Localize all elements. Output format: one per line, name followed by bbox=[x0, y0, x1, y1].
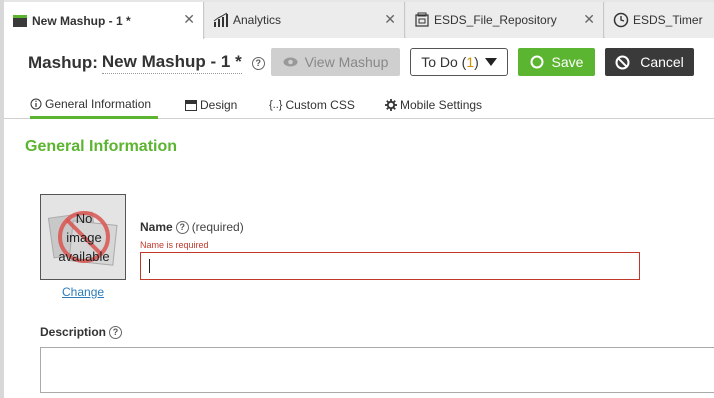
tab-label: General Information bbox=[45, 97, 152, 111]
cancel-label: Cancel bbox=[640, 54, 684, 70]
save-label: Save bbox=[551, 54, 584, 70]
cancel-button[interactable]: Cancel bbox=[605, 48, 694, 76]
mashup-name[interactable]: New Mashup - 1 * bbox=[101, 52, 242, 74]
no-image-placeholder-icon: No image available bbox=[41, 195, 125, 279]
design-icon bbox=[185, 99, 197, 111]
description-label: Description bbox=[40, 325, 107, 339]
save-button[interactable]: Save bbox=[518, 48, 595, 76]
caret-down-icon bbox=[484, 58, 497, 66]
change-image-link[interactable]: Change bbox=[62, 285, 104, 299]
todo-label-end: ) bbox=[474, 54, 479, 70]
page-title: Mashup: New Mashup - 1 * ? bbox=[28, 52, 265, 74]
placeholder-text-line3: available bbox=[58, 249, 109, 264]
tab-new-mashup[interactable]: New Mashup - 1 * ✕ bbox=[4, 2, 204, 39]
name-input[interactable] bbox=[140, 252, 640, 280]
mashup-image[interactable]: No image available bbox=[40, 194, 126, 280]
tab-design[interactable]: Design bbox=[185, 92, 237, 118]
todo-label: To Do ( bbox=[421, 54, 467, 70]
required-note: (required) bbox=[191, 220, 244, 234]
save-icon bbox=[530, 55, 544, 69]
todo-dropdown[interactable]: To Do (1) bbox=[410, 48, 508, 76]
name-error-message: Name is required bbox=[140, 240, 209, 250]
help-icon[interactable]: ? bbox=[251, 56, 265, 70]
tab-bar: New Mashup - 1 * ✕ Analytics ✕ ESDS_File… bbox=[4, 0, 714, 39]
tab-mobile-settings[interactable]: Mobile Settings bbox=[385, 92, 482, 118]
description-input[interactable] bbox=[40, 347, 714, 393]
tab-analytics[interactable]: Analytics ✕ bbox=[205, 2, 405, 38]
view-mashup-button[interactable]: View Mashup bbox=[271, 48, 400, 76]
description-field-label: Description ? bbox=[40, 325, 123, 339]
cancel-icon bbox=[615, 55, 630, 70]
title-prefix: Mashup: bbox=[28, 53, 98, 72]
text-cursor bbox=[149, 259, 150, 273]
todo-count: 1 bbox=[466, 54, 475, 70]
tab-esds-file-repository[interactable]: ESDS_File_Repository ✕ bbox=[406, 2, 604, 38]
sub-tab-bar: General Information Design {..} Custom C… bbox=[4, 86, 714, 119]
close-icon[interactable]: ✕ bbox=[384, 12, 396, 26]
tab-esds-timer[interactable]: ESDS_Timer bbox=[605, 2, 714, 38]
code-braces-icon: {..} bbox=[269, 99, 283, 111]
mashup-icon bbox=[12, 13, 28, 29]
timer-icon bbox=[613, 12, 629, 28]
info-icon bbox=[30, 98, 42, 110]
close-icon[interactable]: ✕ bbox=[583, 12, 595, 26]
close-icon[interactable]: ✕ bbox=[183, 12, 195, 26]
name-label: Name bbox=[140, 220, 173, 234]
help-icon[interactable]: ? bbox=[175, 220, 189, 234]
gear-icon bbox=[385, 99, 397, 111]
section-title: General Information bbox=[25, 138, 178, 155]
view-mashup-label: View Mashup bbox=[304, 54, 389, 70]
eye-icon bbox=[283, 57, 298, 67]
tab-label: Design bbox=[200, 98, 238, 112]
analytics-icon bbox=[213, 12, 229, 28]
tab-general-information[interactable]: General Information bbox=[30, 92, 158, 119]
tab-label: Custom CSS bbox=[285, 98, 355, 112]
left-gutter bbox=[0, 0, 4, 398]
placeholder-text-line1: No bbox=[76, 211, 93, 226]
mashup-editor: New Mashup - 1 * ✕ Analytics ✕ ESDS_File… bbox=[0, 0, 714, 398]
tab-label: ESDS_Timer bbox=[633, 13, 703, 27]
tab-label: Mobile Settings bbox=[400, 98, 483, 112]
tab-label: ESDS_File_Repository bbox=[434, 13, 557, 27]
name-field-label: Name ? (required) bbox=[140, 220, 244, 234]
placeholder-text-line2: image bbox=[66, 230, 101, 245]
tab-custom-css[interactable]: {..} Custom CSS bbox=[269, 92, 355, 118]
tab-label: New Mashup - 1 * bbox=[32, 13, 131, 28]
tab-label: Analytics bbox=[233, 13, 282, 27]
help-icon[interactable]: ? bbox=[109, 325, 123, 339]
repository-icon bbox=[414, 12, 430, 28]
